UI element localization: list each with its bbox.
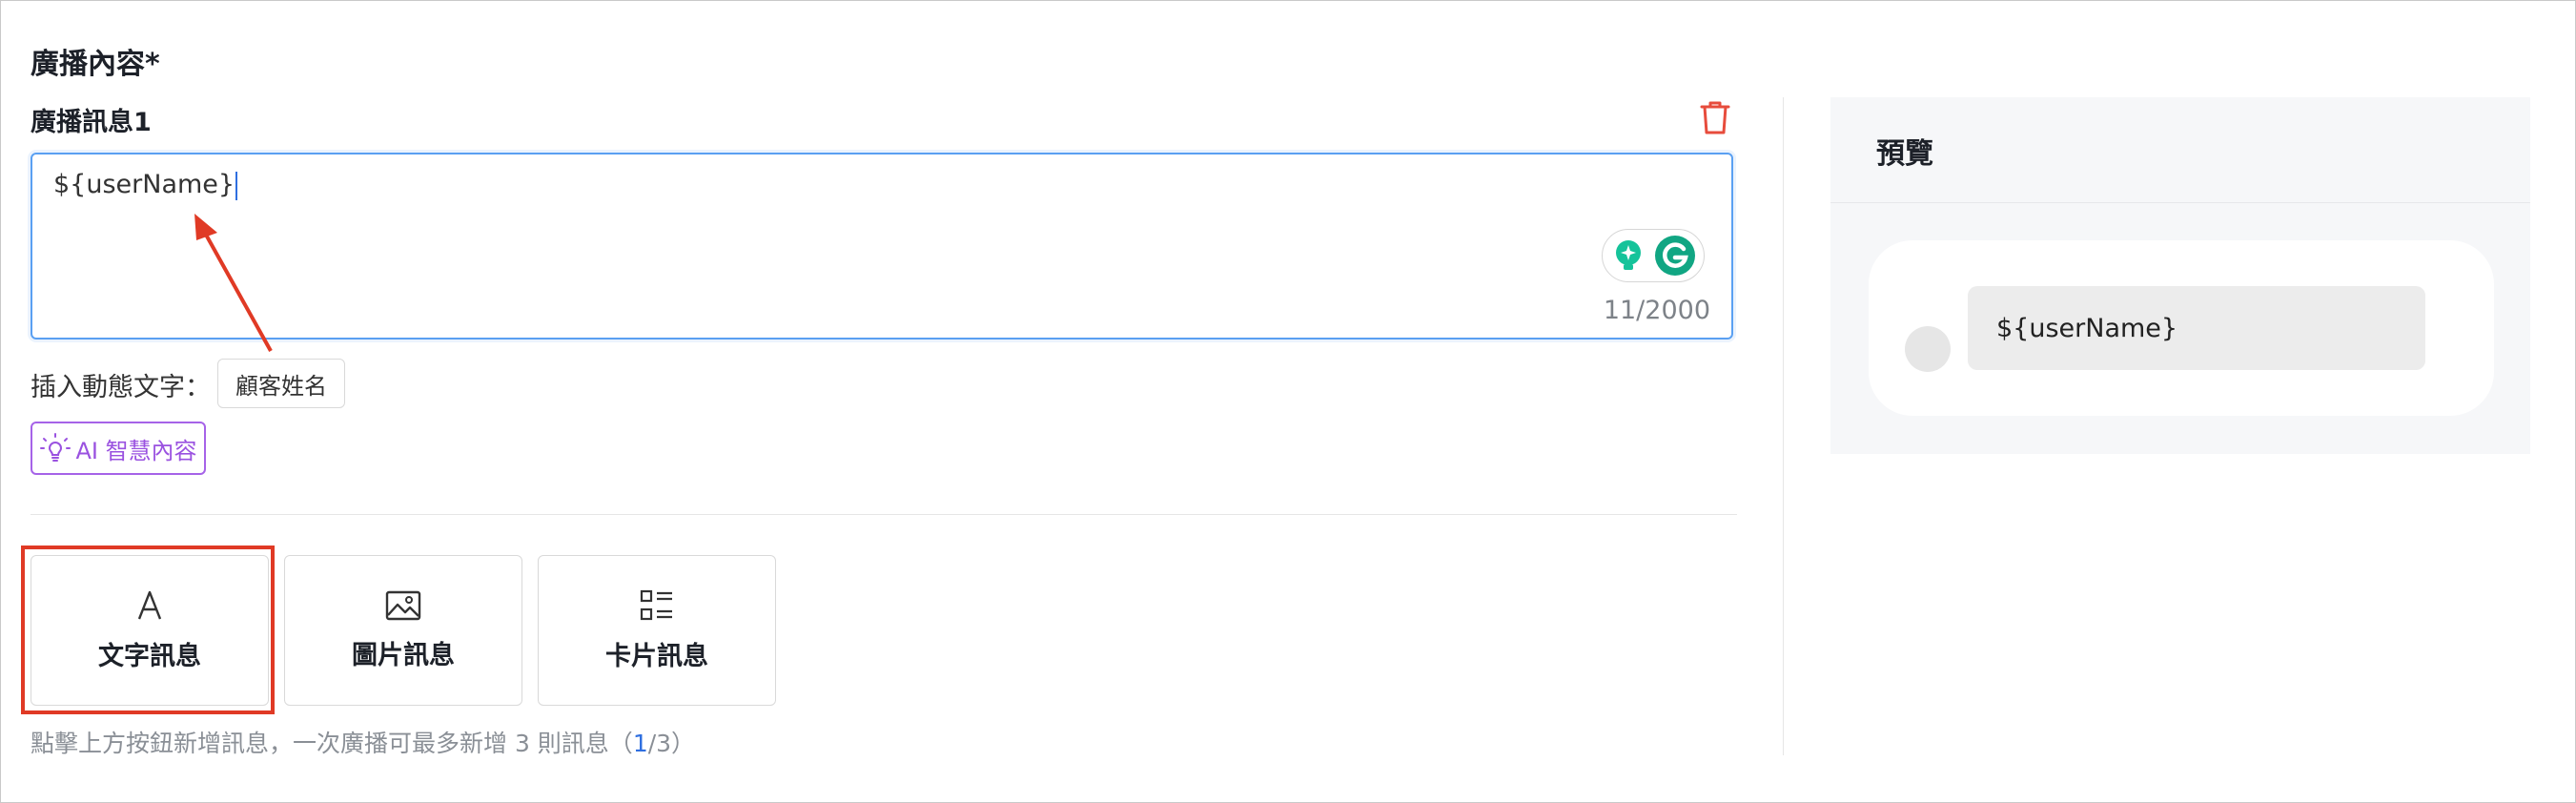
hint-prefix: 點擊上方按鈕新增訊息，一次廣播可最多新增 3 則訊息（ — [31, 730, 633, 757]
avatar — [1905, 326, 1951, 372]
preview-message-bubble: ${userName} — [1968, 286, 2425, 370]
hint-count: 1 — [632, 730, 648, 757]
vertical-separator — [1783, 97, 1784, 755]
hint-suffix: /3） — [647, 730, 696, 757]
preview-header-divider — [1830, 202, 2530, 203]
preview-title: 預覽 — [1876, 137, 1933, 171]
preview-chat-area: ${userName} — [1869, 240, 2494, 416]
add-message-hint: 點擊上方按鈕新增訊息，一次廣播可最多新增 3 則訊息（1/3） — [31, 725, 695, 759]
preview-panel: 預覽 ${userName} — [1830, 97, 2530, 454]
